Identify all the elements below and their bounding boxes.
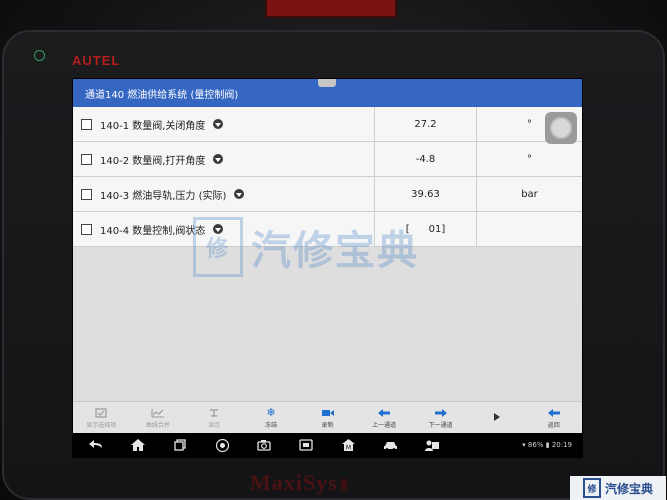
system-navbar: M ▾ 86% ▮ 20:19 [73,433,582,457]
graph-icon [151,407,165,418]
status-bar: ▾ 86% ▮ 20:19 [522,441,572,449]
param-name: 140-1 数量阀,关闭角度 [100,120,206,132]
clock: 20:19 [551,441,572,449]
expand-info-icon[interactable] [213,154,224,164]
param-name: 140-3 燃油导轨,压力 (实际) [100,190,227,202]
checkbox-icon [94,407,108,418]
home-icon[interactable] [123,433,153,457]
corner-logo-text: 汽修宝典 [604,481,653,496]
snowflake-icon: ❄ [266,406,276,419]
expand-info-icon[interactable] [213,119,224,129]
row-checkbox[interactable] [81,118,92,130]
display-icon [207,407,221,418]
watermark-text: 汽修宝典 [251,228,419,274]
arrow-right-icon [434,407,448,418]
brand-logo: AUTEL [72,53,121,68]
toolbar-label: 显示 [208,422,221,429]
table-row[interactable]: 140-1 数量阀,关闭角度 27.2 ° [73,107,582,142]
param-unit: bar [521,188,538,200]
freeze-button[interactable]: ❄ 冻结 [243,402,300,434]
battery-icon: ▮ [545,441,550,449]
param-value: 27.2 [375,107,477,141]
prev-channel-button[interactable]: 上一通道 [356,402,413,434]
param-unit [477,212,582,246]
row-checkbox[interactable] [81,153,92,165]
toolbar-label: 录制 [321,422,334,429]
battery-level: 86% [527,441,544,449]
bottom-toolbar: 显示选择项 曲线合并 显示 ❄ 冻结 录制 上一通道 下一通道 返回 [73,401,582,434]
param-name-cell: 140-1 数量阀,关闭角度 [73,107,375,141]
svg-text:M: M [345,445,350,452]
back-button[interactable]: 返回 [526,402,583,434]
param-unit: ° [527,153,532,165]
chrome-browser-icon[interactable] [207,433,237,457]
back-nav-icon[interactable] [81,433,111,457]
expand-info-icon[interactable] [234,189,245,199]
floating-menu-button[interactable] [545,112,577,144]
screen: 通道140 燃油供给系统 (量控制阀) 140-1 数量阀,关闭角度 27.2 … [73,79,582,457]
toolbar-label: 上一通道 [372,422,397,429]
camera-icon[interactable] [249,433,279,457]
merge-graph-button[interactable]: 曲线合并 [130,402,187,434]
window-title: 通道140 燃油供给系统 (量控制阀) [85,89,239,101]
param-value: -4.8 [375,142,477,176]
param-name: 140-2 数量阀,打开角度 [100,155,206,167]
power-indicator-icon [34,50,45,61]
table-row[interactable]: 140-2 数量阀,打开角度 -4.8 ° [73,142,582,177]
maxisys-home-icon[interactable]: M [333,433,363,457]
display-button[interactable]: 显示 [186,402,243,434]
param-value: 39.63 [375,177,477,211]
watermark-badge: 修 [193,217,243,277]
device-name: MaxiSys [250,470,347,496]
pull-down-handle[interactable] [318,79,336,87]
play-icon [490,412,504,423]
row-checkbox[interactable] [81,223,92,235]
record-icon [321,407,335,418]
wifi-icon: ▾ [522,441,526,449]
device-badge [340,478,347,491]
param-name: 140-4 数量控制,阀状态 [100,225,206,237]
param-name-cell: 140-3 燃油导轨,压力 (实际) [73,177,375,211]
select-display-button[interactable]: 显示选择项 [73,402,130,434]
toolbar-label: 返回 [547,422,560,429]
more-button[interactable] [469,402,526,434]
vci-icon[interactable] [291,433,321,457]
toolbar-label: 下一通道 [428,422,453,429]
arrow-left-icon [377,407,391,418]
corner-logo-badge: 修 [582,478,601,498]
toolbar-label: 曲线合并 [145,422,170,429]
top-red-bumper [265,0,397,18]
next-channel-button[interactable]: 下一通道 [412,402,469,434]
device-name-text: MaxiSys [250,470,338,495]
toolbar-label: 冻结 [264,422,277,429]
record-button[interactable]: 录制 [299,402,356,434]
recent-apps-icon[interactable] [165,433,195,457]
back-arrow-icon [547,407,561,418]
circle-icon [550,117,572,139]
remote-desk-icon[interactable] [417,433,447,457]
corner-logo: 修 汽修宝典 [570,476,666,500]
car-icon[interactable] [375,433,405,457]
row-checkbox[interactable] [81,188,92,200]
param-name-cell: 140-2 数量阀,打开角度 [73,142,375,176]
table-row[interactable]: 140-3 燃油导轨,压力 (实际) 39.63 bar [73,177,582,212]
watermark: 修 汽修宝典 [193,217,473,277]
toolbar-label: 显示选择项 [86,422,117,429]
